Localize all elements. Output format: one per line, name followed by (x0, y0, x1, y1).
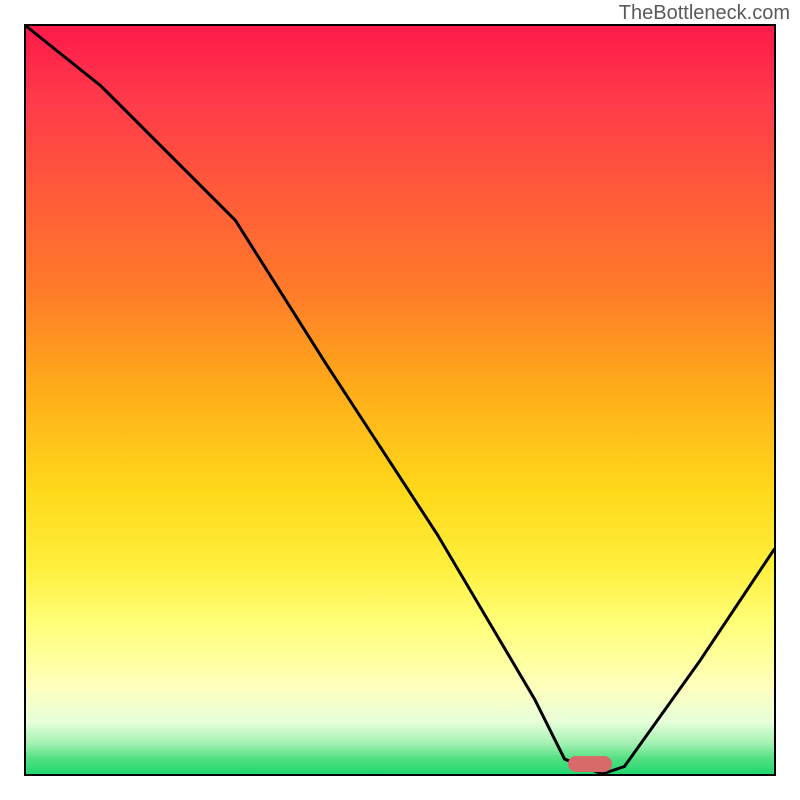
optimal-point-marker (568, 756, 612, 772)
chart-plot-area (24, 24, 776, 776)
bottleneck-curve-line (26, 26, 774, 774)
watermark-text: TheBottleneck.com (619, 2, 790, 25)
chart-curve-svg (26, 26, 774, 774)
